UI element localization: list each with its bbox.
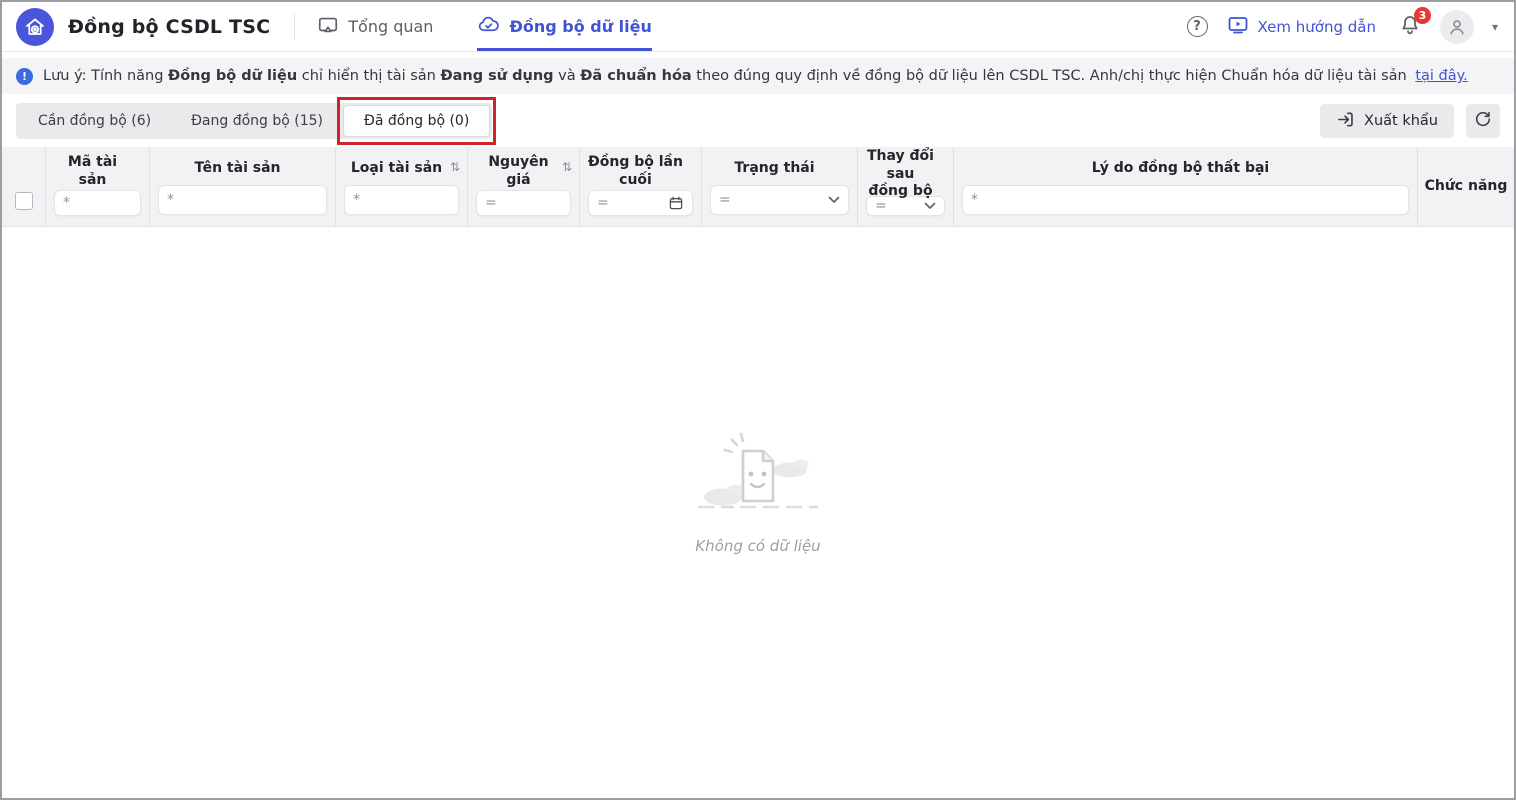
filter-input-thay-doi[interactable]: [892, 198, 924, 214]
empty-state-message: Không có dữ liệu: [695, 537, 821, 555]
header-nav-tabs: Tổng quan Đồng bộ dữ liệu: [317, 2, 652, 51]
info-icon: !: [16, 67, 33, 85]
filter-input-loai-tai-san[interactable]: [366, 192, 450, 208]
filter-operator[interactable]: *: [353, 192, 360, 208]
column-header-label: Trạng thái: [734, 160, 815, 177]
segment-annotation-wrap: Đã đồng bộ (0): [337, 97, 497, 145]
column-header-label: Tên tài sản: [194, 160, 281, 177]
refresh-icon: [1474, 110, 1492, 132]
app-window: Đồng bộ CSDL TSC Tổng quan Đồng bộ dữ li…: [0, 0, 1516, 800]
filter-operator[interactable]: *: [971, 192, 978, 208]
filter-input-ma-tai-san[interactable]: [76, 195, 132, 211]
column-thay-doi-sau-dong-bo: Thay đổi sau đồng bộ =: [858, 147, 954, 226]
column-header-label: Mã tài sản: [67, 154, 118, 188]
sort-icon[interactable]: ⇅: [562, 160, 572, 174]
empty-state: Không có dữ liệu: [693, 423, 823, 555]
app-logo-icon: [16, 7, 54, 46]
column-chuc-nang: Chức năng: [1418, 147, 1514, 226]
column-header-label: Thay đổi sau đồng bộ: [867, 148, 934, 200]
table-body: Không có dữ liệu: [2, 227, 1514, 798]
refresh-button[interactable]: [1466, 104, 1500, 138]
filter-nguyen-gia[interactable]: =: [476, 190, 571, 216]
column-ly-do-that-bai: Lý do đồng bộ thất bại *: [954, 147, 1418, 226]
chevron-down-icon[interactable]: [924, 202, 936, 210]
filter-input-ten-tai-san[interactable]: [180, 192, 318, 208]
segment-can-dong-bo[interactable]: Cần đồng bộ (6): [18, 105, 171, 137]
chevron-down-icon[interactable]: ▾: [1492, 20, 1498, 34]
filter-operator[interactable]: =: [719, 192, 731, 208]
export-button-label: Xuất khẩu: [1364, 113, 1438, 129]
calendar-icon[interactable]: [668, 195, 684, 211]
empty-state-illustration: [693, 423, 823, 527]
column-header-label: Chức năng: [1424, 177, 1508, 194]
chevron-down-icon[interactable]: [828, 196, 840, 204]
segment-da-dong-bo[interactable]: Đã đồng bộ (0): [343, 105, 491, 137]
notice-text: Lưu ý: Tính năng Đồng bộ dữ liệu chỉ hiể…: [43, 68, 1468, 84]
table-header-row: Mã tài sản * Tên tài sản * Loại tài sản …: [2, 147, 1514, 227]
help-icon[interactable]: ?: [1186, 16, 1208, 37]
bell-icon: [1398, 15, 1422, 41]
video-tutorial-icon: [1226, 13, 1250, 41]
notifications-button[interactable]: 3: [1398, 6, 1431, 41]
cloud-sync-icon: [477, 13, 500, 40]
column-select-all: [2, 147, 46, 226]
filter-input-trang-thai[interactable]: [736, 192, 828, 208]
tab-dong-bo-du-lieu[interactable]: Đồng bộ dữ liệu: [477, 2, 652, 51]
tab-tong-quan[interactable]: Tổng quan: [317, 2, 433, 51]
column-dong-bo-lan-cuoi: Đồng bộ lần cuối =: [580, 147, 702, 226]
filter-trang-thai[interactable]: =: [710, 185, 849, 215]
filter-dong-bo-lan-cuoi[interactable]: =: [588, 190, 693, 216]
column-nguyen-gia: Nguyên giá ⇅ =: [468, 147, 580, 226]
select-all-checkbox[interactable]: [14, 192, 33, 210]
column-header-label: Loại tài sản: [350, 160, 443, 177]
overview-screen-icon: [317, 14, 339, 40]
avatar[interactable]: [1439, 9, 1474, 44]
column-header-label: Lý do đồng bộ thất bại: [1091, 160, 1270, 177]
export-button[interactable]: Xuất khẩu: [1320, 104, 1454, 138]
column-header-label: Nguyên giá: [488, 154, 549, 188]
filter-operator[interactable]: *: [167, 192, 174, 208]
filter-input-nguyen-gia[interactable]: [502, 195, 562, 211]
column-ma-tai-san: Mã tài sản *: [46, 147, 150, 226]
filter-ma-tai-san[interactable]: *: [54, 190, 141, 216]
tab-label: Đồng bộ dữ liệu: [509, 17, 652, 36]
filter-input-ly-do[interactable]: [984, 192, 1400, 208]
header-divider: [294, 13, 296, 40]
column-loai-tai-san: Loại tài sản ⇅ *: [336, 147, 468, 226]
filter-operator[interactable]: =: [597, 195, 609, 211]
column-trang-thai: Trạng thái =: [702, 147, 858, 226]
sync-status-segmented-control: Cần đồng bộ (6) Đang đồng bộ (15) Đã đồn…: [16, 97, 497, 145]
filter-ly-do-that-bai[interactable]: *: [962, 185, 1409, 215]
app-header: Đồng bộ CSDL TSC Tổng quan Đồng bộ dữ li…: [2, 2, 1514, 52]
app-logo[interactable]: [16, 2, 54, 51]
standardize-link[interactable]: tại đây.: [1415, 68, 1467, 84]
column-ten-tai-san: Tên tài sản *: [150, 147, 336, 226]
toolbar-right: Xuất khẩu: [1320, 104, 1500, 138]
filter-operator[interactable]: =: [485, 195, 497, 211]
notification-badge: 3: [1413, 6, 1431, 24]
filter-operator[interactable]: *: [63, 195, 70, 211]
notice-bar: ! Lưu ý: Tính năng Đồng bộ dữ liệu chỉ h…: [2, 58, 1514, 94]
header-actions: ? Xem hướng dẫn 3 ▾: [1186, 2, 1498, 51]
guide-link[interactable]: Xem hướng dẫn: [1226, 13, 1376, 41]
sort-icon[interactable]: ⇅: [450, 160, 460, 174]
guide-link-label: Xem hướng dẫn: [1257, 17, 1376, 36]
page-title: Đồng bộ CSDL TSC: [68, 15, 271, 38]
filter-loai-tai-san[interactable]: *: [344, 185, 459, 215]
tab-label: Tổng quan: [348, 17, 434, 36]
filter-ten-tai-san[interactable]: *: [158, 185, 327, 215]
toolbar: Cần đồng bộ (6) Đang đồng bộ (15) Đã đồn…: [2, 97, 1514, 145]
filter-input-dong-bo-lan-cuoi[interactable]: [614, 195, 668, 211]
segment-dang-dong-bo[interactable]: Đang đồng bộ (15): [171, 105, 343, 137]
column-header-label: Đồng bộ lần cuối: [588, 154, 683, 188]
export-icon: [1336, 110, 1355, 133]
